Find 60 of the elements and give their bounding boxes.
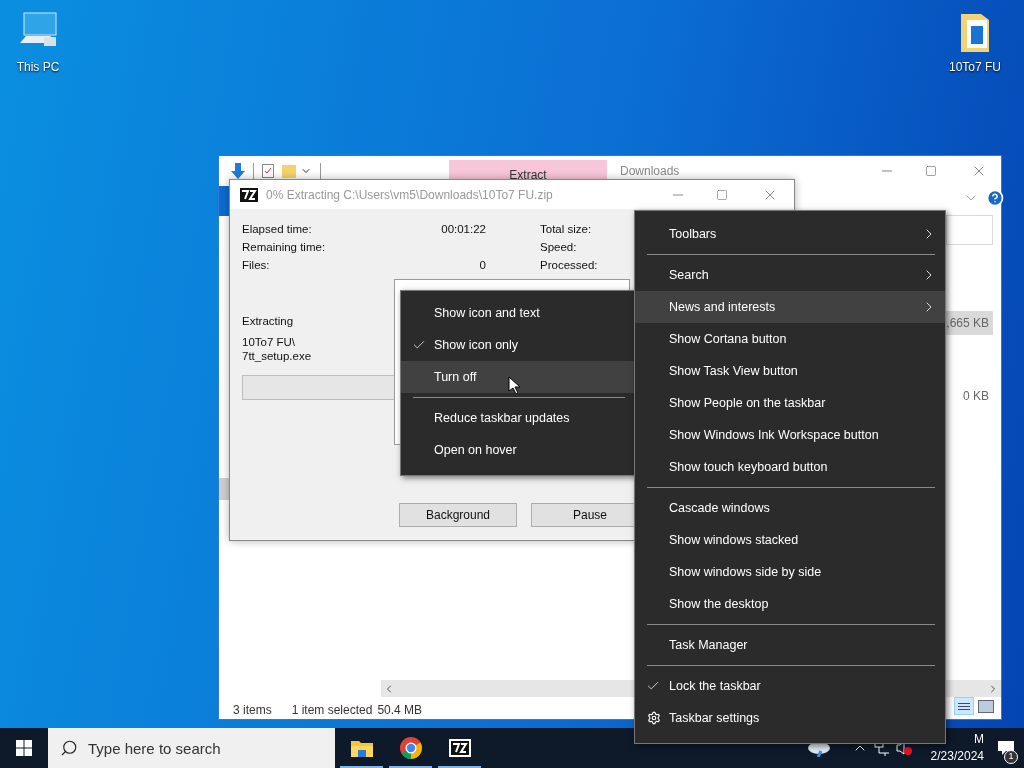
notification-button[interactable]: 1 bbox=[988, 728, 1024, 768]
menu-item[interactable]: News and interests bbox=[635, 291, 945, 323]
menu-item[interactable]: Open on hover bbox=[401, 434, 635, 466]
archive-app-icon bbox=[238, 185, 260, 204]
stat-label: Elapsed time: bbox=[242, 222, 312, 238]
menu-item[interactable]: Turn off bbox=[401, 361, 635, 393]
download-arrow-icon bbox=[231, 163, 245, 179]
status-text: 50.4 MB bbox=[377, 702, 423, 719]
stat-value: 0 bbox=[479, 258, 486, 274]
large-icons-view-icon[interactable] bbox=[978, 699, 994, 713]
maximize-icon[interactable] bbox=[925, 165, 937, 177]
folder-icon bbox=[349, 738, 374, 758]
clock-time: M bbox=[974, 731, 984, 748]
file-path: 7tt_setup.exe bbox=[242, 349, 312, 364]
menu-item[interactable]: Reduce taskbar updates bbox=[401, 402, 635, 434]
maximize-icon[interactable] bbox=[716, 188, 728, 201]
table-cell-text: 0 KB bbox=[962, 388, 990, 405]
stat-label: Remaining time: bbox=[242, 240, 326, 256]
search-field[interactable]: Type here to search bbox=[48, 728, 335, 768]
menu-item[interactable]: Show Windows Ink Workspace button bbox=[635, 419, 945, 451]
menu-item[interactable]: Show the desktop bbox=[635, 588, 945, 620]
details-view-icon[interactable] bbox=[954, 697, 974, 715]
menu-item[interactable]: Show windows side by side bbox=[635, 556, 945, 588]
dialog-button[interactable]: Background bbox=[399, 503, 517, 527]
menu-item[interactable]: Show People on the taskbar bbox=[635, 387, 945, 419]
check-icon bbox=[646, 679, 660, 693]
check-icon bbox=[412, 338, 426, 352]
stat-label: Speed: bbox=[540, 240, 577, 256]
mouse-cursor-icon bbox=[508, 376, 520, 394]
menu-item[interactable]: Show icon and text bbox=[401, 297, 635, 329]
search-icon bbox=[60, 739, 78, 757]
menu-item[interactable]: Show windows stacked bbox=[635, 524, 945, 556]
menu-item[interactable]: Toolbars bbox=[635, 218, 945, 250]
stat-value: 00:01:22 bbox=[441, 222, 486, 238]
settings-icon bbox=[647, 711, 661, 725]
menu-item[interactable]: Show Task View button bbox=[635, 355, 945, 387]
stat-label: Processed: bbox=[540, 258, 598, 274]
window-title: Downloads bbox=[620, 163, 680, 180]
help-icon[interactable] bbox=[986, 189, 1004, 207]
menu-item[interactable]: Show icon only bbox=[401, 329, 635, 361]
menu-item[interactable]: Task Manager bbox=[635, 629, 945, 661]
status-text: 1 item selected bbox=[291, 702, 373, 719]
operation-label: Extracting bbox=[242, 314, 295, 329]
menu-item[interactable]: Show touch keyboard button bbox=[635, 451, 945, 483]
stat-label: Total size: bbox=[540, 222, 592, 238]
desktop-icon-label[interactable]: This PC bbox=[16, 58, 60, 76]
file-path: 10To7 FU\ bbox=[242, 335, 296, 350]
menu-item[interactable]: Search bbox=[635, 259, 945, 291]
archive-app-icon bbox=[448, 739, 471, 757]
windows-logo-icon bbox=[16, 740, 32, 756]
menu-item[interactable]: Lock the taskbar bbox=[635, 670, 945, 702]
clock-date: 2/23/2024 bbox=[930, 748, 984, 765]
search-field[interactable] bbox=[946, 215, 993, 245]
window-title: 0% Extracting C:\Users\vm5\Downloads\10To7 FU.zip bbox=[266, 186, 553, 204]
chrome-icon bbox=[398, 736, 423, 760]
desktop-icon-label[interactable]: 10To7 FU bbox=[949, 58, 1001, 76]
folder-icon bbox=[282, 164, 296, 178]
stat-label: Files: bbox=[242, 258, 270, 274]
notification-count: 1 bbox=[1004, 750, 1018, 764]
status-text: 3 items bbox=[233, 702, 272, 719]
